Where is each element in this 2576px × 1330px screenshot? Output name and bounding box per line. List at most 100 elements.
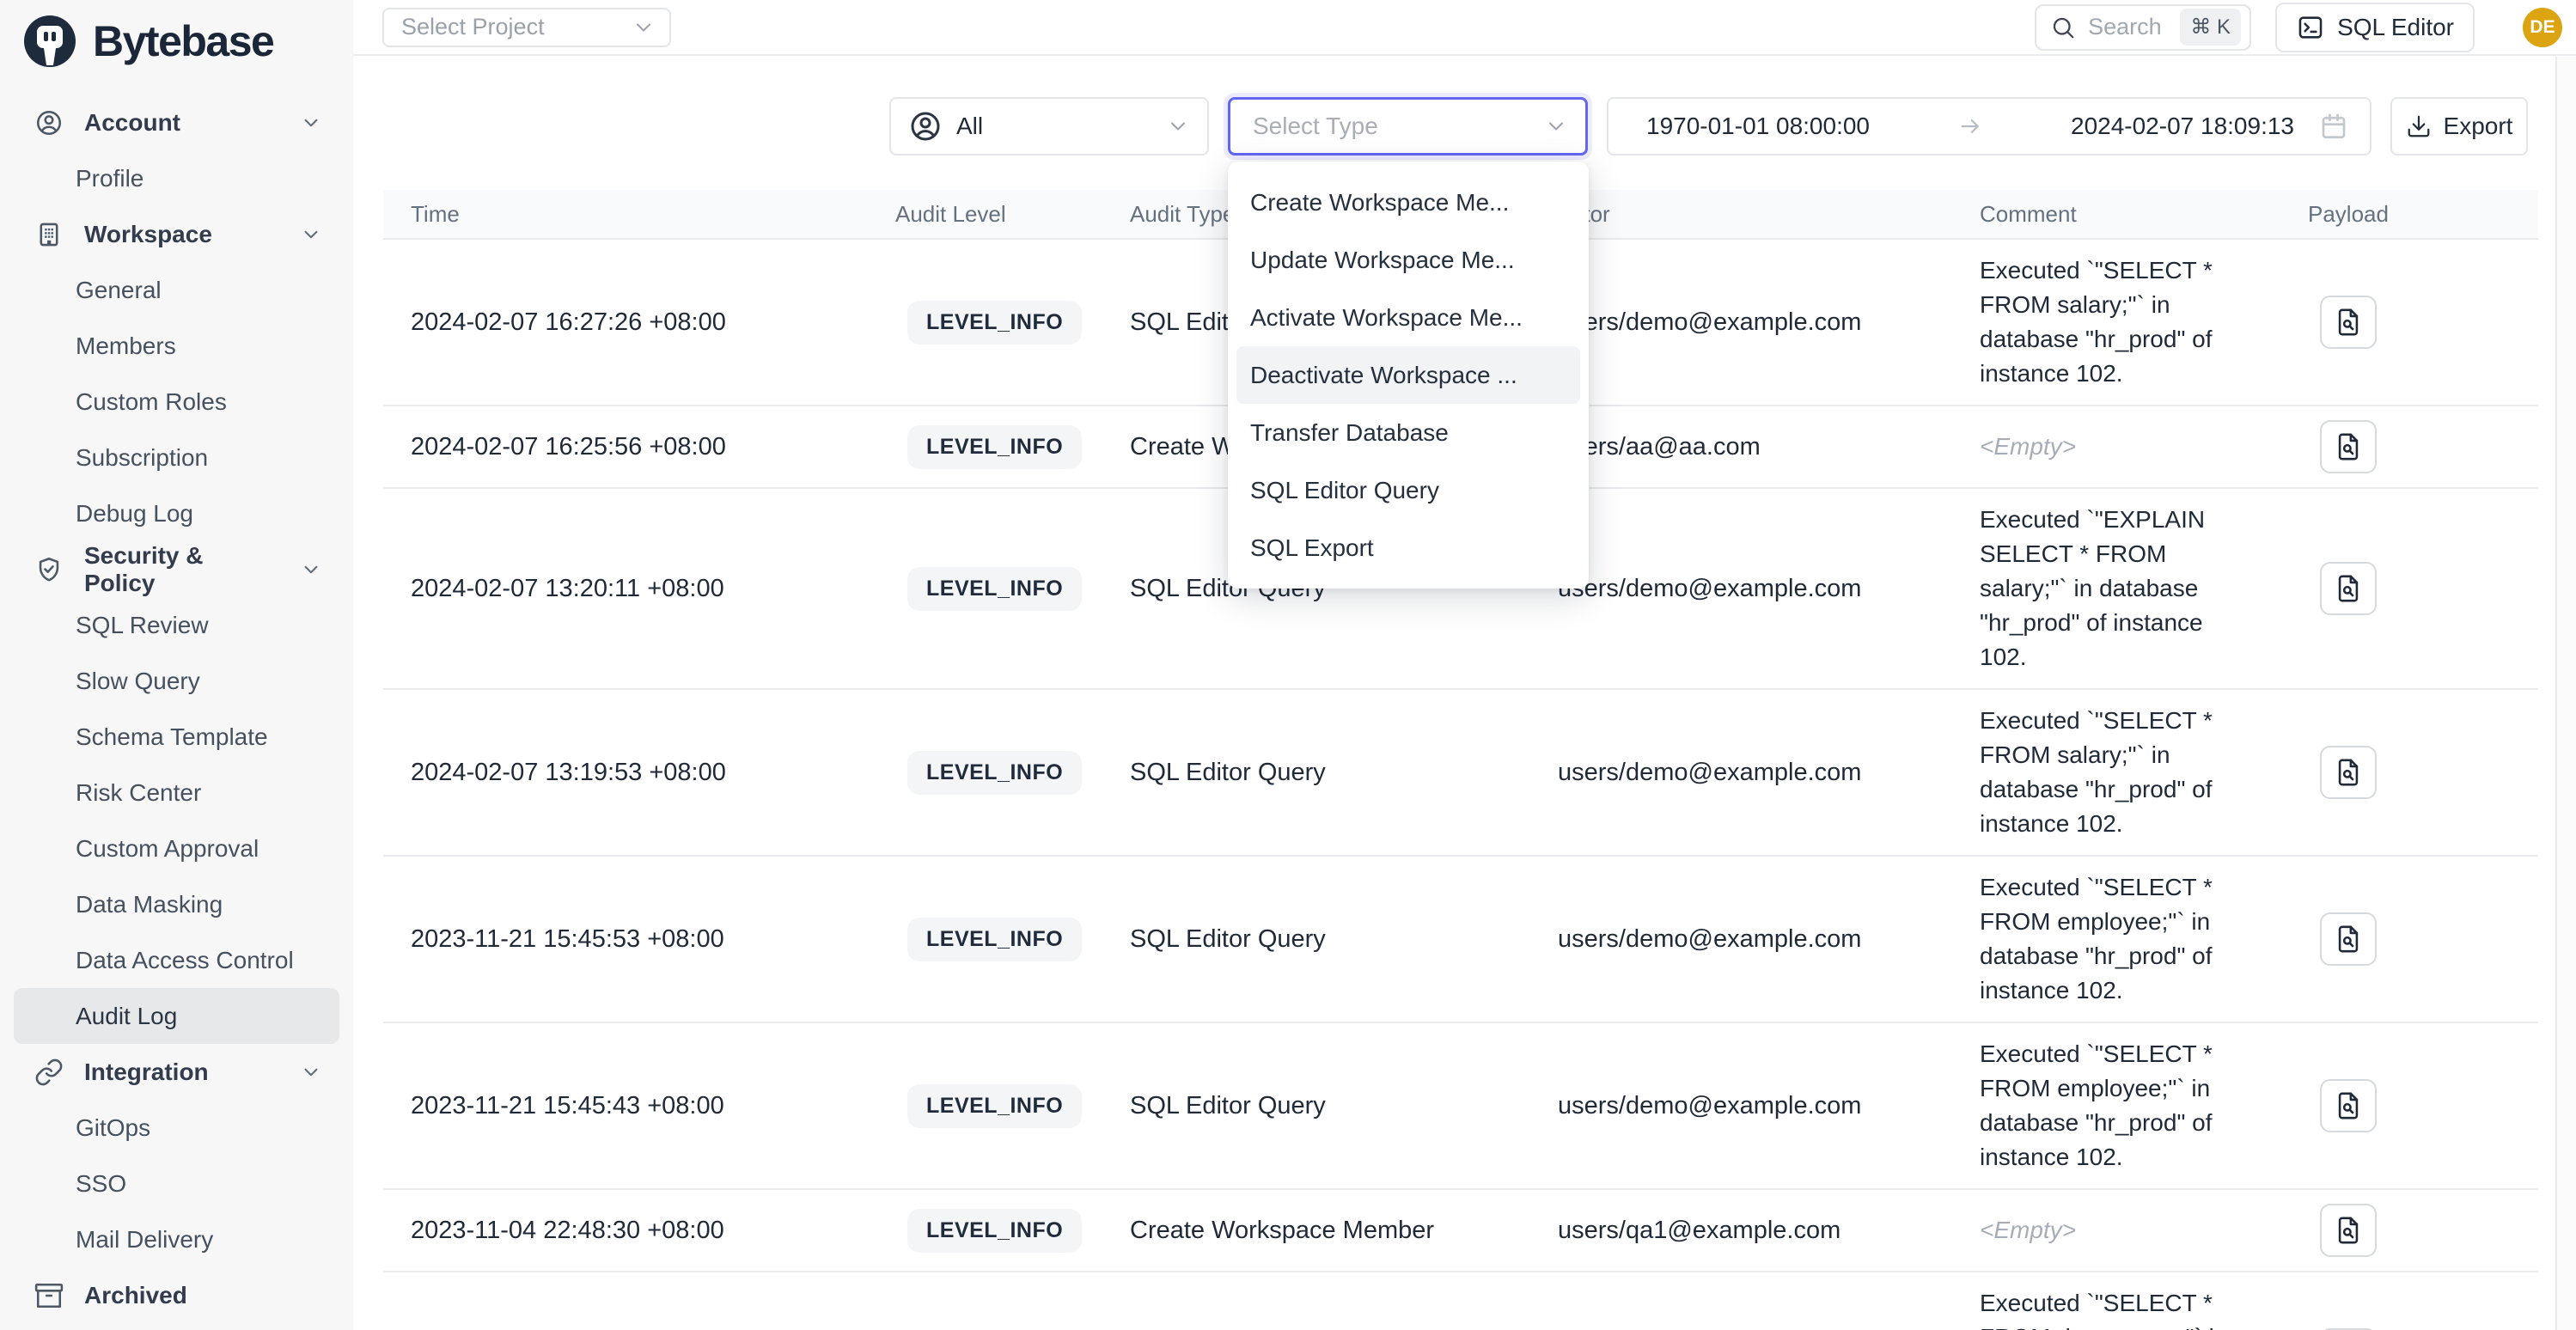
cell-actor: users/aa@aa.com: [1558, 433, 1980, 461]
chevron-down-icon: [632, 15, 656, 40]
cell-comment: Executed `"SELECT * FROM salary;"` in da…: [1980, 704, 2308, 841]
arrow-right-icon: [1870, 113, 2071, 139]
empty-comment: <Empty>: [1980, 1217, 2076, 1243]
cell-audit-level: LEVEL_INFO: [895, 751, 1130, 795]
sidebar-item-slow-query[interactable]: Slow Query: [14, 653, 339, 709]
cell-actor: users/demo@example.com: [1558, 925, 1980, 954]
cell-audit-level: LEVEL_INFO: [895, 1209, 1130, 1253]
cell-payload: [2308, 1204, 2538, 1257]
sidebar-item-audit-log[interactable]: Audit Log: [14, 988, 339, 1044]
scrollbar[interactable]: [2555, 57, 2576, 1330]
file-search-icon: [2334, 1091, 2363, 1120]
bytebase-logo-icon: [22, 14, 77, 69]
topbar-right: Search ⌘ K SQL Editor DE: [2035, 3, 2562, 52]
sidebar-item-sql-review[interactable]: SQL Review: [14, 597, 339, 653]
file-search-icon: [2334, 308, 2363, 337]
date-to-value: 2024-02-07 18:09:13: [2071, 113, 2294, 140]
topbar: Select Project Search ⌘ K SQL Editor DE: [353, 0, 2576, 56]
payload-view-button[interactable]: [2320, 912, 2377, 966]
cell-payload: [2308, 912, 2538, 966]
search-input[interactable]: Search ⌘ K: [2035, 4, 2251, 51]
search-placeholder: Search: [2088, 14, 2168, 40]
sidebar-item-sso[interactable]: SSO: [14, 1156, 339, 1211]
user-circle-icon: [34, 108, 64, 137]
table-row: 2023-11-21 15:45:53 +08:00LEVEL_INFOSQL …: [383, 857, 2538, 1023]
sidebar-section-integration[interactable]: Integration: [14, 1044, 339, 1100]
payload-view-button[interactable]: [2320, 296, 2377, 349]
sidebar: Bytebase AccountProfileWorkspaceGeneralM…: [0, 0, 353, 1330]
cell-comment: <Empty>: [1980, 430, 2308, 464]
actor-filter-select[interactable]: All: [889, 97, 1209, 156]
search-icon: [2050, 15, 2076, 40]
bytebase-app: Bytebase AccountProfileWorkspaceGeneralM…: [0, 0, 2576, 1330]
audit-level-badge: LEVEL_INFO: [907, 918, 1082, 961]
dropdown-option-create-workspace-me[interactable]: Create Workspace Me...: [1228, 174, 1589, 231]
cell-audit-type: SQL Editor Query: [1130, 1092, 1558, 1120]
download-icon: [2406, 113, 2432, 139]
sidebar-section-label: Security & Policy: [84, 542, 279, 597]
sql-editor-label: SQL Editor: [2337, 14, 2454, 41]
file-search-icon: [2334, 924, 2363, 954]
payload-view-button[interactable]: [2320, 562, 2377, 615]
bytebase-logo: Bytebase: [0, 0, 353, 69]
cell-actor: users/demo@example.com: [1558, 575, 1980, 603]
dropdown-option-sql-editor-query[interactable]: SQL Editor Query: [1228, 461, 1589, 519]
sidebar-item-custom-approval[interactable]: Custom Approval: [14, 821, 339, 876]
chevron-down-icon: [300, 223, 322, 246]
sidebar-item-mail-delivery[interactable]: Mail Delivery: [14, 1211, 339, 1267]
terminal-icon: [2296, 13, 2325, 42]
cell-audit-level: LEVEL_INFO: [895, 1084, 1130, 1128]
cell-audit-level: LEVEL_INFO: [895, 918, 1130, 961]
sidebar-item-schema-template[interactable]: Schema Template: [14, 709, 339, 765]
audit-level-badge: LEVEL_INFO: [907, 301, 1082, 345]
sidebar-item-subscription[interactable]: Subscription: [14, 430, 339, 485]
date-range-picker[interactable]: 1970-01-01 08:00:00 2024-02-07 18:09:13: [1607, 97, 2372, 156]
sidebar-item-profile[interactable]: Profile: [14, 150, 339, 206]
cell-audit-type: SQL Editor Query: [1130, 759, 1558, 787]
sidebar-item-general[interactable]: General: [14, 262, 339, 318]
actor-filter-value: All: [956, 113, 1152, 140]
sidebar-item-members[interactable]: Members: [14, 318, 339, 374]
cell-comment: <Empty>: [1980, 1213, 2308, 1248]
export-button[interactable]: Export: [2390, 97, 2528, 156]
dropdown-option-update-workspace-me[interactable]: Update Workspace Me...: [1228, 231, 1589, 289]
cell-time: 2023-11-04 22:48:30 +08:00: [383, 1217, 895, 1245]
audit-level-badge: LEVEL_INFO: [907, 1084, 1082, 1128]
dropdown-option-transfer-database[interactable]: Transfer Database: [1228, 404, 1589, 461]
chevron-down-icon: [1166, 114, 1190, 138]
sidebar-section-archived[interactable]: Archived: [14, 1267, 339, 1323]
sql-editor-button[interactable]: SQL Editor: [2275, 3, 2475, 52]
cell-time: 2024-02-07 16:25:56 +08:00: [383, 433, 895, 461]
sidebar-section-workspace[interactable]: Workspace: [14, 206, 339, 262]
sidebar-section-account[interactable]: Account: [14, 95, 339, 150]
payload-view-button[interactable]: [2320, 1204, 2377, 1257]
payload-view-button[interactable]: [2320, 1079, 2377, 1132]
user-avatar[interactable]: DE: [2523, 8, 2562, 47]
type-dropdown-menu: Create Workspace Me...Update Workspace M…: [1228, 162, 1589, 589]
sidebar-item-debug-log[interactable]: Debug Log: [14, 485, 339, 541]
audit-level-badge: LEVEL_INFO: [907, 751, 1082, 795]
sidebar-section-security-policy[interactable]: Security & Policy: [14, 541, 339, 597]
search-shortcut-badge: ⌘ K: [2180, 9, 2241, 46]
cell-actor: users/demo@example.com: [1558, 1092, 1980, 1120]
calendar-icon: [2318, 111, 2349, 142]
type-filter-placeholder: Select Type: [1253, 113, 1544, 140]
sidebar-item-risk-center[interactable]: Risk Center: [14, 765, 339, 821]
sidebar-item-gitops[interactable]: GitOps: [14, 1100, 339, 1156]
sidebar-section-label: Workspace: [84, 221, 212, 248]
dropdown-option-activate-workspace-me[interactable]: Activate Workspace Me...: [1228, 289, 1589, 346]
project-select-dropdown[interactable]: Select Project: [382, 8, 671, 47]
cell-time: 2024-02-07 13:20:11 +08:00: [383, 575, 895, 603]
cell-audit-type: SQL Editor Query: [1130, 925, 1558, 954]
payload-view-button[interactable]: [2320, 746, 2377, 799]
filter-bar: All Select Type 1970-01-01 08:00:00 2024…: [353, 97, 2576, 156]
dropdown-option-deactivate-workspace[interactable]: Deactivate Workspace ...: [1236, 346, 1580, 404]
sidebar-item-data-masking[interactable]: Data Masking: [14, 876, 339, 932]
payload-view-button[interactable]: [2320, 420, 2377, 473]
dropdown-option-sql-export[interactable]: SQL Export: [1228, 519, 1589, 577]
type-filter-select[interactable]: Select Type: [1228, 97, 1588, 156]
cell-comment: Executed `"SELECT * FROM department;"` i…: [1980, 1286, 2308, 1330]
cell-actor: users/qa1@example.com: [1558, 1217, 1980, 1245]
sidebar-item-data-access-control[interactable]: Data Access Control: [14, 932, 339, 988]
sidebar-item-custom-roles[interactable]: Custom Roles: [14, 374, 339, 430]
